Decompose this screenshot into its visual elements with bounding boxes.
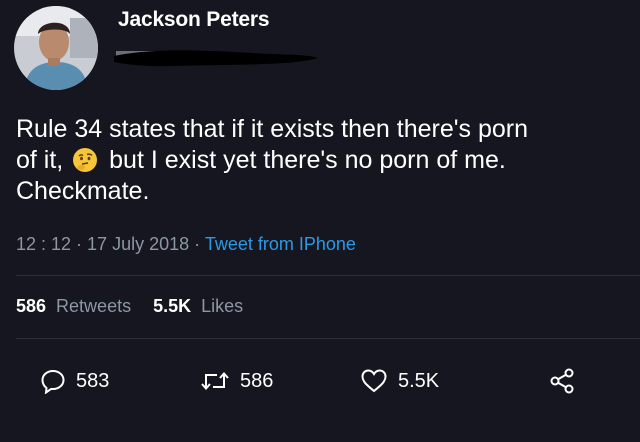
- heart-icon: [360, 368, 388, 394]
- thinking-face-emoji-icon: [72, 147, 98, 173]
- likes-label[interactable]: Likes: [201, 296, 243, 316]
- tweet-stats: 586 Retweets 5.5K Likes: [16, 296, 243, 317]
- avatar[interactable]: [14, 6, 98, 90]
- tweet-line-1: Rule 34 states that if it exists then th…: [16, 115, 528, 143]
- retweet-icon: [200, 368, 230, 394]
- retweets-label[interactable]: Retweets: [56, 296, 131, 316]
- like-count: 5.5K: [398, 369, 440, 392]
- tweet-line-2: of it, but I exist yet there's no porn o…: [16, 146, 506, 174]
- redacted-handle: [112, 44, 322, 70]
- tweet-timestamp: 12 : 12 · 17 July 2018 ·: [16, 234, 201, 254]
- tweet-line-3: Checkmate.: [16, 177, 150, 205]
- author-name[interactable]: Jackson Peters: [118, 8, 269, 32]
- tweet-meta: 12 : 12 · 17 July 2018 · Tweet from IPho…: [16, 234, 356, 255]
- share-button[interactable]: [548, 366, 576, 396]
- retweet-count: 586: [240, 369, 274, 392]
- share-icon: [548, 367, 576, 395]
- reply-icon: [40, 368, 66, 394]
- tweet-source-link[interactable]: Tweet from IPhone: [205, 234, 356, 254]
- like-button[interactable]: 5.5K: [360, 366, 439, 396]
- retweet-button[interactable]: 586: [200, 366, 273, 396]
- reply-button[interactable]: 583: [40, 366, 109, 396]
- tweet-text: Rule 34 states that if it exists then th…: [16, 114, 626, 207]
- retweets-count[interactable]: 586: [16, 296, 46, 316]
- reply-count: 583: [76, 369, 110, 392]
- likes-count[interactable]: 5.5K: [153, 296, 191, 316]
- divider: [16, 275, 640, 276]
- divider: [16, 338, 640, 339]
